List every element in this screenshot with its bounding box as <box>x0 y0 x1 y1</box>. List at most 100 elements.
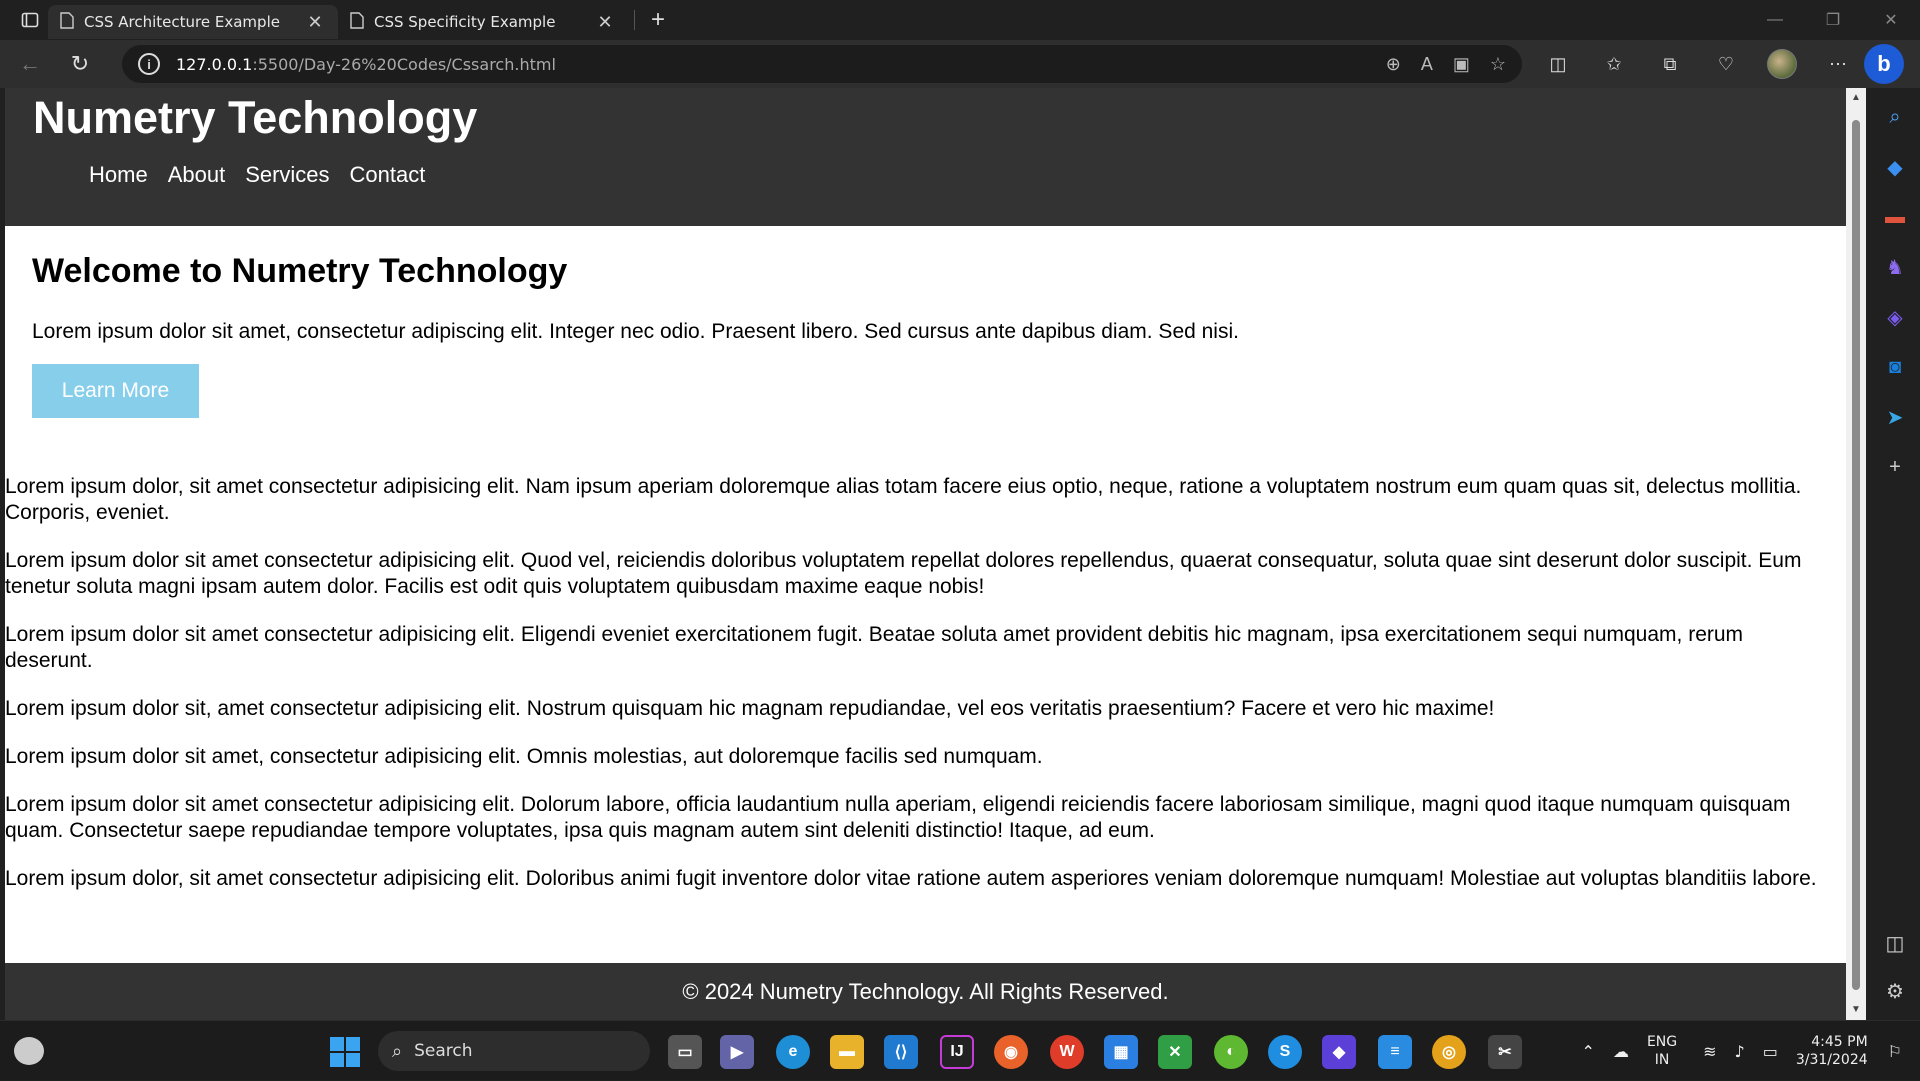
toolbar-actions: ◫ ✩ ⧉ ♡ ⋯ <box>1538 49 1858 79</box>
shopping-tag-icon[interactable]: ◆ <box>1880 152 1910 182</box>
chrome-icon[interactable]: ◎ <box>1432 1035 1466 1069</box>
tab-css-specificity[interactable]: CSS Specificity Example ✕ <box>338 5 628 39</box>
url-text[interactable]: 127.0.0.1:5500/Day-26%20Codes/Cssarch.ht… <box>176 55 556 74</box>
language-indicator[interactable]: ENG IN <box>1647 1033 1677 1069</box>
search-icon: ⌕ <box>392 1040 403 1062</box>
snipping-tool-icon[interactable]: ✂ <box>1488 1035 1522 1069</box>
taskbar-search-input[interactable]: ⌕ Search <box>378 1031 650 1071</box>
page-scrollbar[interactable]: ▲ ▼ <box>1846 88 1866 1020</box>
paragraph: Lorem ipsum dolor sit amet, consectetur … <box>5 745 1043 768</box>
battery-icon[interactable]: ▭ <box>1763 1042 1778 1061</box>
refresh-icon[interactable]: ↻ <box>60 44 100 84</box>
notifications-icon[interactable]: ⚐ <box>1888 1042 1902 1061</box>
scrollbar-thumb[interactable] <box>1852 120 1860 990</box>
tab-css-architecture[interactable]: CSS Architecture Example ✕ <box>48 5 338 39</box>
system-tray: ⌃ ☁ ENG IN ≋ ♪ ▭ 4:45 PM 3/31/2024 ⚐ <box>1582 1021 1920 1081</box>
new-tab-icon[interactable]: + <box>641 4 675 36</box>
add-app-icon[interactable]: + <box>1880 452 1910 482</box>
site-nav: Home About Services Contact <box>89 162 1818 188</box>
nav-services-link[interactable]: Services <box>245 162 329 188</box>
clock-time: 4:45 PM <box>1811 1034 1868 1050</box>
browser-titlebar: CSS Architecture Example ✕ CSS Specifici… <box>0 0 1920 40</box>
region-code: IN <box>1654 1052 1670 1068</box>
tab-title: CSS Specificity Example <box>374 13 556 31</box>
browser-toolbar: ← ↻ i 127.0.0.1:5500/Day-26%20Codes/Cssa… <box>0 40 1920 88</box>
profile-avatar[interactable] <box>1762 49 1802 79</box>
clock-date: 3/31/2024 <box>1795 1052 1868 1068</box>
split-screen-icon[interactable]: ◫ <box>1538 54 1578 75</box>
immersive-reader-icon[interactable]: ▣ <box>1453 54 1470 75</box>
scroll-up-icon[interactable]: ▲ <box>1850 92 1862 104</box>
address-bar[interactable]: i 127.0.0.1:5500/Day-26%20Codes/Cssarch.… <box>122 45 1522 83</box>
sidebar-settings-icon[interactable]: ⚙ <box>1880 976 1910 1006</box>
site-title: Numetry Technology <box>33 92 478 143</box>
site-info-icon[interactable]: i <box>138 53 160 75</box>
tab-actions-icon[interactable] <box>12 4 48 36</box>
wifi-icon[interactable]: ≋ <box>1703 1042 1716 1061</box>
edge-sidebar: ⌕ ◆ ▬ ♞ ◈ ◙ ➤ + ◫ ⚙ <box>1870 88 1920 1020</box>
page-icon <box>60 11 74 33</box>
windows-taskbar: ⌕ Search ▭ ▶ e ▬ ⟨⟩ IJ ◉ W ▦ ✕ ◐ S ◆ ≡ ◎… <box>0 1020 1920 1080</box>
file-explorer-icon[interactable]: ▬ <box>830 1035 864 1069</box>
minimize-icon[interactable]: — <box>1746 0 1804 40</box>
favorites-icon[interactable]: ✩ <box>1594 54 1634 75</box>
skype-icon[interactable]: S <box>1268 1035 1302 1069</box>
browser-essentials-icon[interactable]: ♡ <box>1706 54 1746 75</box>
firefox-icon[interactable]: ◉ <box>994 1035 1028 1069</box>
hero-section: Welcome to Numetry Technology Lorem ipsu… <box>5 226 1846 474</box>
more-menu-icon[interactable]: ⋯ <box>1818 54 1858 75</box>
maximize-icon[interactable]: ❐ <box>1804 0 1862 40</box>
nav-contact-link[interactable]: Contact <box>350 162 426 188</box>
teams-icon[interactable]: ▶ <box>720 1035 754 1069</box>
url-host: 127.0.0.1 <box>176 54 253 74</box>
outlook-icon[interactable]: ◙ <box>1880 352 1910 382</box>
learn-more-button[interactable]: Learn More <box>32 364 199 418</box>
hide-sidebar-icon[interactable]: ◫ <box>1880 928 1910 958</box>
close-tab-icon[interactable]: ✕ <box>594 12 616 33</box>
site-header: Numetry Technology Home About Services C… <box>5 88 1846 226</box>
content-paragraphs: Lorem ipsum dolor, sit amet consectetur … <box>5 474 1846 892</box>
language-code: ENG <box>1646 1034 1678 1050</box>
drop-icon[interactable]: ➤ <box>1880 402 1910 432</box>
paragraph: Lorem ipsum dolor sit amet consectetur a… <box>5 623 1744 672</box>
volume-icon[interactable]: ♪ <box>1735 1042 1745 1061</box>
zoom-icon[interactable]: ⊕ <box>1386 54 1401 75</box>
search-icon[interactable]: ⌕ <box>1880 102 1910 132</box>
paragraph: Lorem ipsum dolor, sit amet consectetur … <box>5 867 1817 890</box>
tools-icon[interactable]: ▬ <box>1880 202 1910 232</box>
tab-divider <box>634 10 635 30</box>
window-controls: — ❐ ✕ <box>1746 0 1920 40</box>
onedrive-icon[interactable]: ☁ <box>1613 1042 1629 1061</box>
paragraph: Lorem ipsum dolor sit, amet consectetur … <box>5 697 1495 720</box>
copilot-taskbar-icon[interactable]: ◆ <box>1322 1035 1356 1069</box>
site-footer: © 2024 Numetry Technology. All Rights Re… <box>5 963 1846 1020</box>
close-tab-icon[interactable]: ✕ <box>304 12 326 33</box>
close-window-icon[interactable]: ✕ <box>1862 0 1920 40</box>
excel-viewer-icon[interactable]: ✕ <box>1158 1035 1192 1069</box>
edge-icon[interactable]: e <box>776 1035 810 1069</box>
page-viewport: Numetry Technology Home About Services C… <box>5 88 1846 1020</box>
notepad-icon[interactable]: ≡ <box>1378 1035 1412 1069</box>
read-aloud-icon[interactable]: A <box>1421 54 1433 75</box>
nav-about-link[interactable]: About <box>168 162 226 188</box>
scroll-down-icon[interactable]: ▼ <box>1850 1004 1862 1016</box>
address-bar-actions: ⊕ A ▣ ☆ <box>1386 54 1506 75</box>
task-view-icon[interactable]: ▭ <box>668 1035 702 1069</box>
copilot-app-icon[interactable]: ◈ <box>1880 302 1910 332</box>
spring-icon[interactable]: ◐ <box>1214 1035 1248 1069</box>
copilot-icon[interactable]: b <box>1864 44 1904 84</box>
games-icon[interactable]: ♞ <box>1880 252 1910 282</box>
collections-icon[interactable]: ⧉ <box>1650 54 1690 75</box>
weather-icon[interactable] <box>14 1037 44 1065</box>
store-icon[interactable]: ▦ <box>1104 1035 1138 1069</box>
favorite-star-icon[interactable]: ☆ <box>1490 54 1506 75</box>
wps-office-icon[interactable]: W <box>1050 1035 1084 1069</box>
clock[interactable]: 4:45 PM 3/31/2024 <box>1796 1033 1868 1069</box>
start-windows-icon[interactable] <box>330 1037 360 1067</box>
hero-heading: Welcome to Numetry Technology <box>32 252 568 290</box>
chevron-up-icon[interactable]: ⌃ <box>1582 1042 1595 1061</box>
nav-home-link[interactable]: Home <box>89 162 148 188</box>
back-icon[interactable]: ← <box>10 44 50 84</box>
intellij-icon[interactable]: IJ <box>940 1035 974 1069</box>
vscode-icon[interactable]: ⟨⟩ <box>884 1035 918 1069</box>
